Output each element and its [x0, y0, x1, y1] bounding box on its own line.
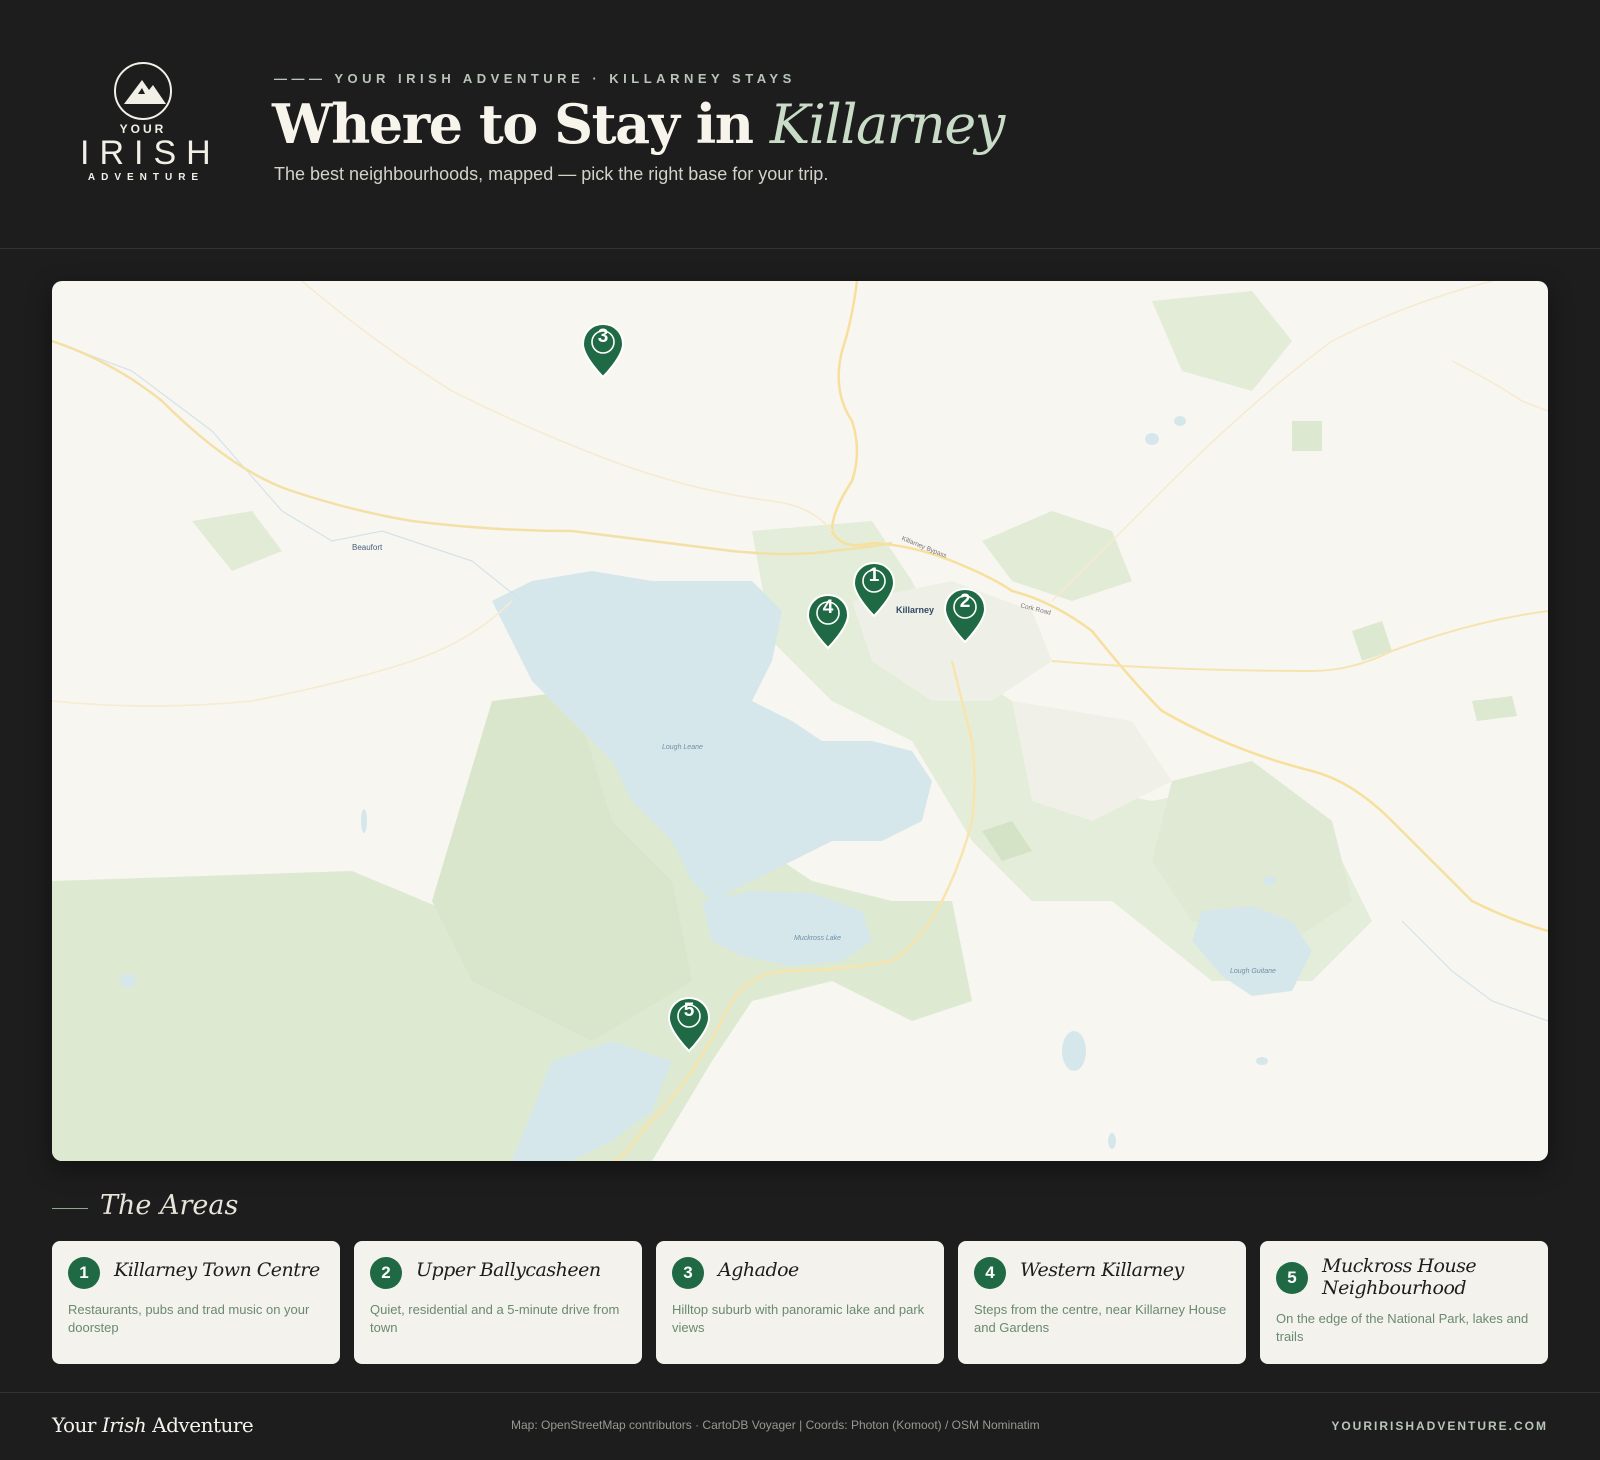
map-label-beaufort: Beaufort [352, 543, 383, 552]
map-pin-1[interactable]: 1 [852, 561, 896, 619]
footer-brand-part: Adventure [146, 1413, 254, 1437]
map-pin-number: 2 [959, 591, 971, 612]
area-map[interactable]: Beaufort Killarney Killarney Bypass Cork… [52, 281, 1548, 1161]
site-link[interactable]: YOURIRISHADVENTURE.COM [1331, 1419, 1548, 1433]
areas-list: 1 Killarney Town Centre Restaurants, pub… [52, 1241, 1548, 1364]
area-number-badge: 1 [68, 1257, 100, 1289]
area-card-2[interactable]: 2 Upper Ballycasheen Quiet, residential … [354, 1241, 642, 1364]
area-description: On the edge of the National Park, lakes … [1276, 1311, 1529, 1344]
map-credit: Map: OpenStreetMap contributors · CartoD… [511, 1418, 1040, 1432]
page-title-main: Where to Stay in [272, 92, 770, 156]
page-title: Where to Stay in Killarney [272, 92, 1005, 156]
area-description: Restaurants, pubs and trad music on your… [68, 1302, 310, 1335]
map-base-layer [52, 281, 1548, 1161]
area-card-3[interactable]: 3 Aghadoe Hilltop suburb with panoramic … [656, 1241, 944, 1364]
map-pin-number: 1 [868, 565, 880, 586]
logo-text-adventure: ADVENTURE [87, 172, 205, 183]
area-name: Aghadoe [718, 1259, 799, 1281]
area-number-badge: 4 [974, 1257, 1006, 1289]
areas-title: The Areas [100, 1190, 239, 1221]
divider [52, 1208, 88, 1209]
area-number-badge: 3 [672, 1257, 704, 1289]
area-card-1[interactable]: 1 Killarney Town Centre Restaurants, pub… [52, 1241, 340, 1364]
area-card-4[interactable]: 4 Western Killarney Steps from the centr… [958, 1241, 1246, 1364]
map-label-lough-leane: Lough Leane [662, 744, 703, 751]
map-pin-4[interactable]: 4 [806, 593, 850, 651]
area-card-5[interactable]: 5 Muckross House Neighbourhood On the ed… [1260, 1241, 1548, 1364]
mountain-icon [114, 62, 172, 120]
map-pin-number: 5 [683, 1000, 695, 1021]
map-pin-number: 3 [597, 326, 609, 347]
area-name: Western Killarney [1020, 1259, 1184, 1281]
map-label-muckross-lake: Muckross Lake [794, 935, 842, 942]
area-description: Steps from the centre, near Killarney Ho… [974, 1302, 1227, 1335]
map-pin-2[interactable]: 2 [943, 587, 987, 645]
brand-logo[interactable]: YOUR IRISH ADVENTURE [70, 62, 216, 192]
page-header: YOUR IRISH ADVENTURE ——— YOUR IRISH ADVE… [0, 0, 1600, 249]
map-label-lough-guitane: Lough Guitane [1230, 968, 1276, 975]
logo-text-irish: IRISH [80, 134, 221, 172]
area-description: Hilltop suburb with panoramic lake and p… [672, 1302, 925, 1335]
area-number-badge: 2 [370, 1257, 402, 1289]
map-pin-5[interactable]: 5 [667, 996, 711, 1054]
area-name: Upper Ballycasheen [416, 1259, 601, 1281]
map-pin-number: 4 [822, 597, 834, 618]
footer-brand-emphasis: Irish [101, 1413, 147, 1437]
footer-brand[interactable]: Your Irish Adventure [52, 1413, 254, 1437]
page-subtitle: The best neighbourhoods, mapped — pick t… [274, 164, 829, 184]
map-pin-3[interactable]: 3 [581, 322, 625, 380]
footer-brand-part: Your [52, 1413, 102, 1437]
area-description: Quiet, residential and a 5-minute drive … [370, 1302, 620, 1335]
page-title-emphasis: Killarney [769, 93, 1005, 156]
map-label-killarney: Killarney [896, 605, 935, 615]
page-footer: Your Irish Adventure Map: OpenStreetMap … [0, 1392, 1600, 1460]
area-name: Muckross House Neighbourhood [1322, 1255, 1477, 1299]
area-name: Killarney Town Centre [114, 1259, 320, 1281]
area-number-badge: 5 [1276, 1262, 1308, 1294]
eyebrow-text: ——— YOUR IRISH ADVENTURE · KILLARNEY STA… [274, 71, 796, 86]
